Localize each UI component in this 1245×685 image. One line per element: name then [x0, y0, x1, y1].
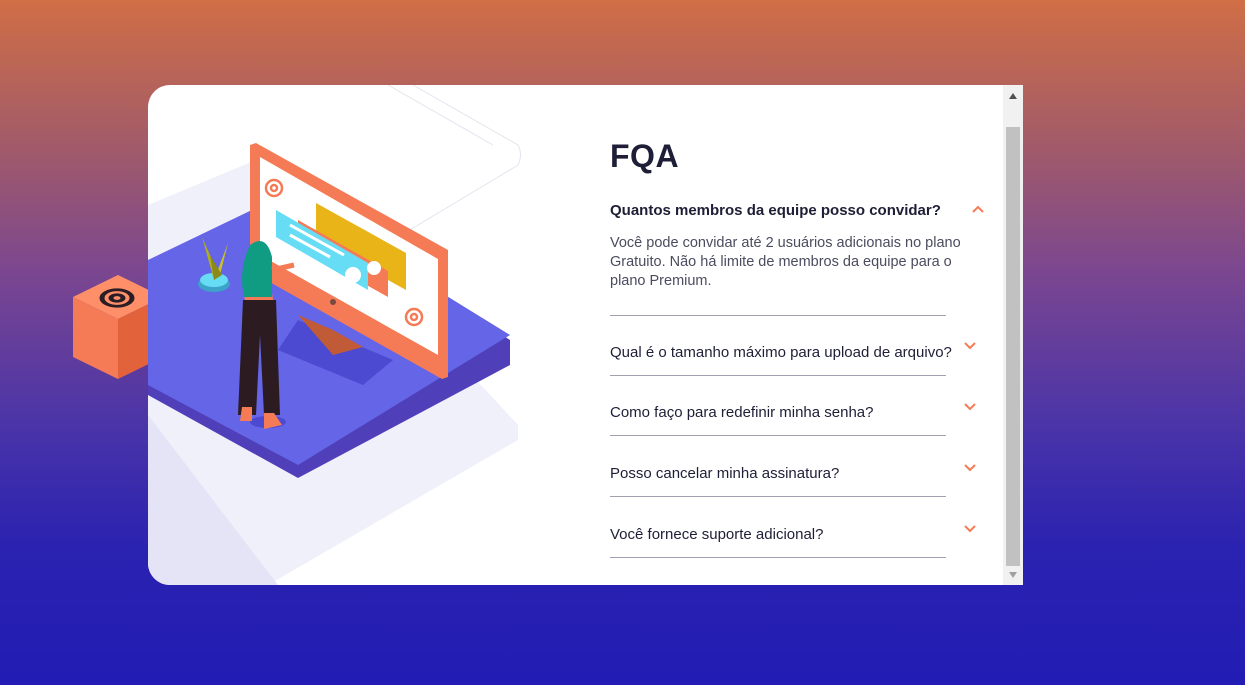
faq-question-5[interactable]: Você fornece suporte adicional? [610, 526, 823, 543]
faq-section: FQA Quantos membros da equipe posso conv… [610, 85, 1005, 585]
chevron-down-icon[interactable] [964, 525, 976, 533]
faq-answer-1: Você pode convidar até 2 usuários adicio… [610, 235, 961, 289]
faq-question-4[interactable]: Posso cancelar minha assinatura? [610, 465, 839, 482]
woman-online-illustration [148, 85, 521, 585]
scroll-up-arrow-icon[interactable] [1003, 85, 1023, 105]
vertical-scrollbar[interactable] [1003, 85, 1023, 585]
faq-item-2[interactable]: Qual é o tamanho máximo para upload de a… [610, 342, 976, 376]
scrollbar-thumb[interactable] [1006, 127, 1020, 566]
faq-item-5[interactable]: Você fornece suporte adicional? [610, 525, 976, 558]
chevron-down-icon[interactable] [964, 342, 976, 350]
chevron-up-icon[interactable] [972, 205, 984, 213]
chevron-down-icon[interactable] [964, 464, 976, 472]
faq-card: FQA Quantos membros da equipe posso conv… [148, 85, 1023, 585]
faq-item-3[interactable]: Como faço para redefinir minha senha? [610, 403, 976, 436]
scroll-down-arrow-icon[interactable] [1003, 565, 1023, 585]
faq-question-2[interactable]: Qual é o tamanho máximo para upload de a… [610, 344, 952, 361]
faq-title: FQA [610, 138, 680, 174]
faq-question-3[interactable]: Como faço para redefinir minha senha? [610, 404, 873, 421]
chevron-down-icon[interactable] [964, 403, 976, 411]
faq-item-4[interactable]: Posso cancelar minha assinatura? [610, 464, 976, 497]
faq-question-1[interactable]: Quantos membros da equipe posso convidar… [610, 202, 941, 219]
